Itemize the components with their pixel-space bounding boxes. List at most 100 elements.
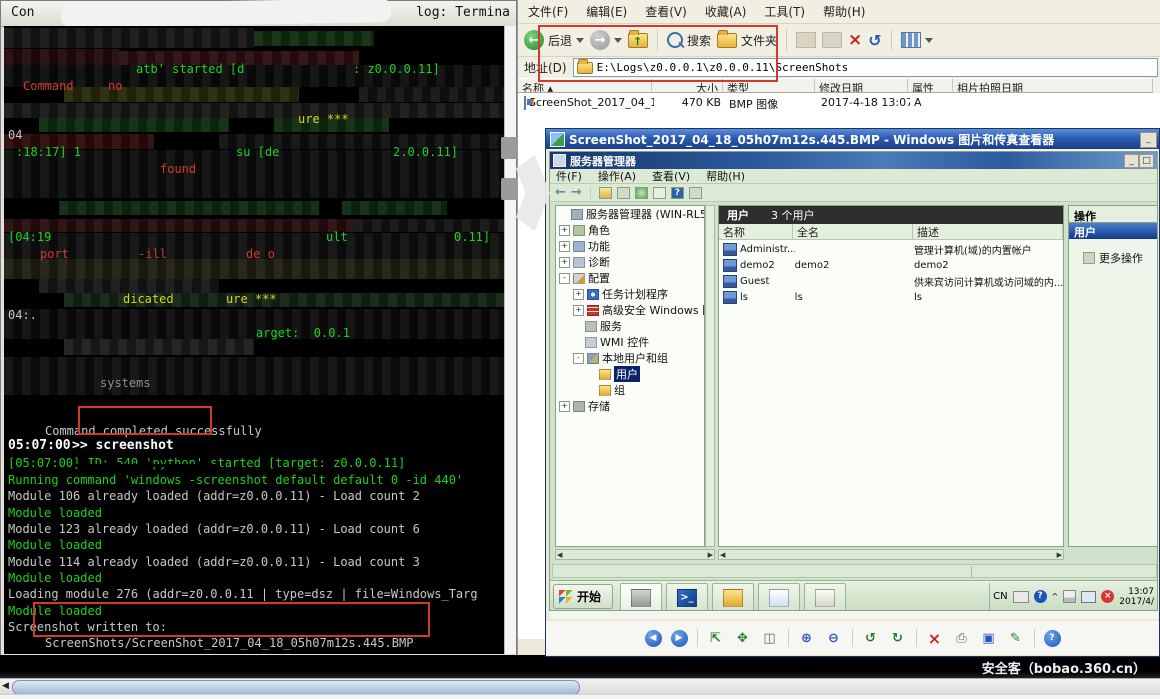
terminal-screen[interactable]: atb' started [d: z0.0.0.11]Commandnoure … bbox=[4, 26, 504, 654]
taskbar-item-explorer[interactable] bbox=[712, 583, 754, 611]
menu-help[interactable]: 帮助(H) bbox=[823, 3, 865, 20]
tree-item-诊断[interactable]: +诊断 bbox=[556, 254, 704, 270]
rotate-counterclockwise-button[interactable]: ↺ bbox=[862, 629, 880, 647]
network-icon[interactable] bbox=[1081, 591, 1096, 603]
tree-expander-icon[interactable]: + bbox=[559, 241, 570, 252]
tree-expander-icon[interactable]: + bbox=[573, 305, 584, 316]
sm-help-icon[interactable]: ? bbox=[671, 187, 684, 199]
undo-icon[interactable]: ↺ bbox=[868, 31, 881, 50]
slideshow-button[interactable]: ◫ bbox=[761, 629, 779, 647]
menu-edit[interactable]: 编辑(E) bbox=[586, 3, 627, 20]
tree-item-服务器管理器 (WIN-RL5CK4Q0FK[interactable]: 服务器管理器 (WIN-RL5CK4Q0FK bbox=[556, 206, 704, 222]
tree-item-WMI 控件[interactable]: WMI 控件 bbox=[556, 334, 704, 350]
tree-vertical-scrollbar[interactable] bbox=[705, 205, 715, 547]
tree-item-组[interactable]: 组 bbox=[556, 382, 704, 398]
next-image-button[interactable]: ▶ bbox=[671, 630, 688, 647]
sm-forward-icon[interactable]: → bbox=[571, 187, 582, 199]
sm-back-icon[interactable]: ← bbox=[555, 187, 566, 199]
taskbar-item-picture-viewer[interactable] bbox=[758, 583, 800, 611]
user-row-demo2[interactable]: demo2demo2demo2 bbox=[719, 257, 1063, 273]
users-column-2[interactable]: 描述 bbox=[913, 224, 1063, 239]
views-button[interactable] bbox=[901, 32, 933, 48]
actual-size-button[interactable]: ✥ bbox=[734, 629, 752, 647]
menu-file[interactable]: 文件(F) bbox=[528, 3, 568, 20]
user-row-Guest[interactable]: Guest供来宾访问计算机或访问域的内... bbox=[719, 273, 1063, 289]
column-header-5[interactable]: 相片拍照日期 bbox=[953, 78, 1153, 93]
user-row-ls[interactable]: lslsls bbox=[719, 289, 1063, 305]
sm-menu-file[interactable]: 件(F) bbox=[556, 168, 582, 184]
tree-item-高级安全 Windows 防火墙[interactable]: +高级安全 Windows 防火墙 bbox=[556, 302, 704, 318]
minimize-button[interactable]: _ bbox=[1140, 132, 1157, 148]
tree-expander-icon[interactable]: - bbox=[573, 353, 584, 364]
sm-menu-view[interactable]: 查看(V) bbox=[652, 168, 690, 184]
tree-item-本地用户和组[interactable]: -本地用户和组 bbox=[556, 350, 704, 366]
column-header-4[interactable]: 属性 bbox=[908, 78, 953, 93]
column-header-3[interactable]: 修改日期 bbox=[815, 78, 908, 93]
tray-language[interactable]: CN bbox=[993, 591, 1007, 602]
views-icon bbox=[901, 32, 921, 48]
actions-group-header[interactable]: 用户 bbox=[1069, 223, 1158, 239]
menu-favorites[interactable]: 收藏(A) bbox=[705, 3, 747, 20]
print-button[interactable]: ⎙ bbox=[953, 629, 971, 647]
terminal-title-bar[interactable]: Con log: Termina bbox=[1, 1, 516, 27]
list-horizontal-scrollbar[interactable]: ◀▶ bbox=[718, 549, 1064, 560]
delete-icon[interactable]: × bbox=[848, 33, 862, 47]
menu-tools[interactable]: 工具(T) bbox=[764, 3, 805, 20]
rotate-clockwise-button[interactable]: ↻ bbox=[889, 629, 907, 647]
tree-item-label: 存储 bbox=[588, 398, 610, 414]
previous-image-button[interactable]: ◀ bbox=[645, 630, 662, 647]
sm-menu-action[interactable]: 操作(A) bbox=[598, 168, 636, 184]
terminal-vertical-scrollbar[interactable] bbox=[504, 26, 516, 654]
tray-clock[interactable]: 13:07 2017/4/ bbox=[1119, 587, 1154, 607]
tree-expander-icon[interactable]: - bbox=[559, 273, 570, 284]
file-row[interactable]: ScreenShot_2017_04_18_0...470 KBBMP 图像20… bbox=[520, 95, 1155, 110]
tree-expander-icon[interactable]: + bbox=[559, 257, 570, 268]
muted-sound-icon[interactable]: × bbox=[1101, 590, 1114, 603]
menu-view[interactable]: 查看(V) bbox=[645, 3, 687, 20]
best-fit-button[interactable]: ⇱ bbox=[707, 629, 725, 647]
sm-properties-icon[interactable] bbox=[617, 187, 630, 199]
users-column-1[interactable]: 全名 bbox=[793, 224, 913, 239]
tree-item-存储[interactable]: + 存储 bbox=[556, 398, 704, 414]
tree-item-服务[interactable]: 服务 bbox=[556, 318, 704, 334]
scroll-left-icon[interactable]: ◀ bbox=[2, 681, 9, 691]
copy-to-icon[interactable] bbox=[822, 32, 842, 48]
start-button[interactable]: 开始 bbox=[553, 584, 613, 609]
help-tray-icon[interactable]: ? bbox=[1034, 590, 1047, 603]
sm-show-tree-icon[interactable] bbox=[599, 187, 612, 199]
save-button[interactable]: ▣ bbox=[980, 629, 998, 647]
tree-item-用户[interactable]: 用户 bbox=[556, 366, 704, 382]
sm-export-icon[interactable] bbox=[653, 187, 666, 199]
users-column-0[interactable]: 名称 bbox=[719, 224, 793, 239]
zoom-out-button[interactable]: ⊖ bbox=[825, 629, 843, 647]
tree-expander-icon[interactable]: + bbox=[559, 401, 570, 412]
tray-expand-icon[interactable]: ^ bbox=[1052, 592, 1059, 601]
tree-item-角色[interactable]: +角色 bbox=[556, 222, 704, 238]
flag-icon[interactable] bbox=[1063, 590, 1076, 603]
delete-image-button[interactable]: × bbox=[926, 629, 944, 647]
sm-menu-help[interactable]: 帮助(H) bbox=[706, 168, 745, 184]
help-button[interactable]: ? bbox=[1044, 630, 1061, 647]
sm-panel-icon[interactable] bbox=[689, 187, 702, 199]
tree-horizontal-scrollbar[interactable]: ◀▶ bbox=[555, 549, 715, 560]
tree-expander-icon[interactable]: + bbox=[559, 225, 570, 236]
sm-refresh-icon[interactable] bbox=[635, 187, 648, 199]
tree-item-功能[interactable]: +功能 bbox=[556, 238, 704, 254]
scrollbar-thumb[interactable] bbox=[12, 680, 580, 695]
tree-item-配置[interactable]: -配置 bbox=[556, 270, 704, 286]
user-row-Administr...[interactable]: Administr...管理计算机(域)的内置帐户 bbox=[719, 241, 1063, 257]
taskbar-item-powershell[interactable]: >_ bbox=[666, 583, 708, 611]
taskbar-item-server-manager[interactable] bbox=[620, 583, 662, 611]
server-manager-statusbar bbox=[552, 564, 1157, 578]
viewer-title-bar[interactable]: ScreenShot_2017_04_18_05h07m12s.445.BMP … bbox=[546, 129, 1159, 149]
edit-button[interactable]: ✎ bbox=[1007, 629, 1025, 647]
terminal-line: 04:. bbox=[8, 308, 37, 322]
zoom-in-button[interactable]: ⊕ bbox=[798, 629, 816, 647]
page-horizontal-scrollbar[interactable]: ◀ bbox=[0, 678, 1160, 695]
keyboard-icon[interactable] bbox=[1013, 591, 1029, 603]
move-to-icon[interactable] bbox=[796, 32, 816, 48]
tree-item-任务计划程序[interactable]: +任务计划程序 bbox=[556, 286, 704, 302]
tree-expander-icon[interactable]: + bbox=[573, 289, 584, 300]
taskbar-item-notepad[interactable] bbox=[804, 583, 846, 611]
more-actions-item[interactable]: 更多操作 bbox=[1083, 250, 1143, 266]
